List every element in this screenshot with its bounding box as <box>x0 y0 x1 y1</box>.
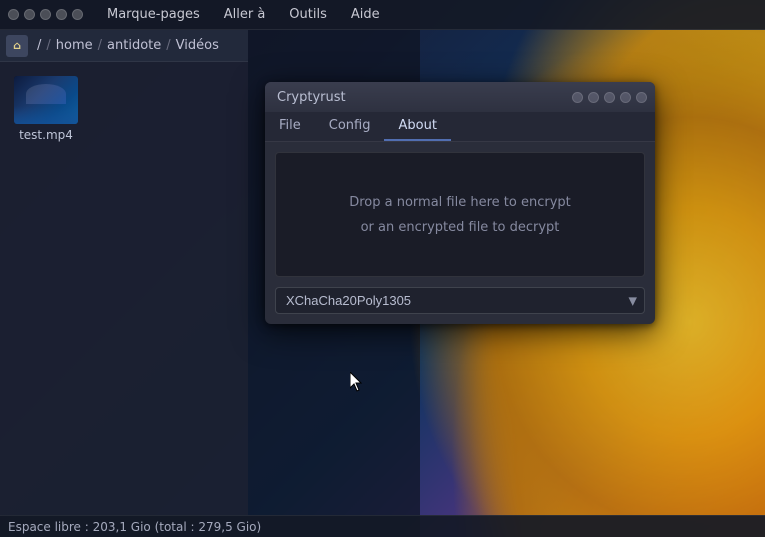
control-dot-1 <box>8 9 19 20</box>
drop-zone[interactable]: Drop a normal file here to encrypt or an… <box>275 152 645 277</box>
crypto-window-controls <box>572 92 647 103</box>
control-dot-2 <box>24 9 35 20</box>
crypto-window-title: Cryptyrust <box>273 90 566 105</box>
path-sep-1: / <box>46 38 50 53</box>
file-manager: ⌂ / / home / antidote / Vidéos test.mp4 <box>0 30 248 515</box>
address-path: / / home / antidote / Vidéos <box>34 37 242 54</box>
file-area: test.mp4 <box>0 62 248 515</box>
file-thumbnail <box>14 76 78 124</box>
path-sep-2: / <box>98 38 102 53</box>
drop-text-line2: or an encrypted file to decrypt <box>361 220 560 235</box>
path-root[interactable]: / <box>34 37 44 54</box>
tab-about[interactable]: About <box>384 112 450 141</box>
tab-config[interactable]: Config <box>315 112 385 141</box>
tab-file[interactable]: File <box>265 112 315 141</box>
file-name: test.mp4 <box>19 128 73 142</box>
algorithm-selector-row: XChaCha20Poly1305 AES-256-GCM ChaCha20Po… <box>275 287 645 314</box>
crypto-tabs: File Config About <box>265 112 655 142</box>
crypto-window: Cryptyrust File Config About Drop a norm… <box>265 82 655 324</box>
algorithm-select[interactable]: XChaCha20Poly1305 AES-256-GCM ChaCha20Po… <box>275 287 645 314</box>
crypto-dot-4[interactable] <box>620 92 631 103</box>
control-dot-3 <box>40 9 51 20</box>
address-bar: ⌂ / / home / antidote / Vidéos <box>0 30 248 62</box>
path-antidote[interactable]: antidote <box>104 37 164 54</box>
menu-tools[interactable]: Outils <box>285 5 331 24</box>
top-menubar: Marque-pages Aller à Outils Aide <box>0 0 765 30</box>
crypto-dot-2[interactable] <box>588 92 599 103</box>
status-bar: Espace libre : 203,1 Gio (total : 279,5 … <box>0 515 765 537</box>
file-thumb-content <box>14 76 78 124</box>
control-dot-5 <box>72 9 83 20</box>
menu-bookmarks[interactable]: Marque-pages <box>103 5 204 24</box>
path-home[interactable]: home <box>53 37 96 54</box>
home-button[interactable]: ⌂ <box>6 35 28 57</box>
path-videos[interactable]: Vidéos <box>173 37 222 54</box>
crypto-dot-1[interactable] <box>572 92 583 103</box>
drop-text-line1: Drop a normal file here to encrypt <box>349 195 571 210</box>
control-dot-4 <box>56 9 67 20</box>
menu-go[interactable]: Aller à <box>220 5 270 24</box>
crypto-titlebar: Cryptyrust <box>265 82 655 112</box>
crypto-dot-3[interactable] <box>604 92 615 103</box>
list-item[interactable]: test.mp4 <box>10 72 82 146</box>
crypto-dot-5[interactable] <box>636 92 647 103</box>
path-sep-3: / <box>166 38 170 53</box>
status-text: Espace libre : 203,1 Gio (total : 279,5 … <box>8 520 261 534</box>
menu-help[interactable]: Aide <box>347 5 384 24</box>
window-controls-top <box>8 9 83 20</box>
